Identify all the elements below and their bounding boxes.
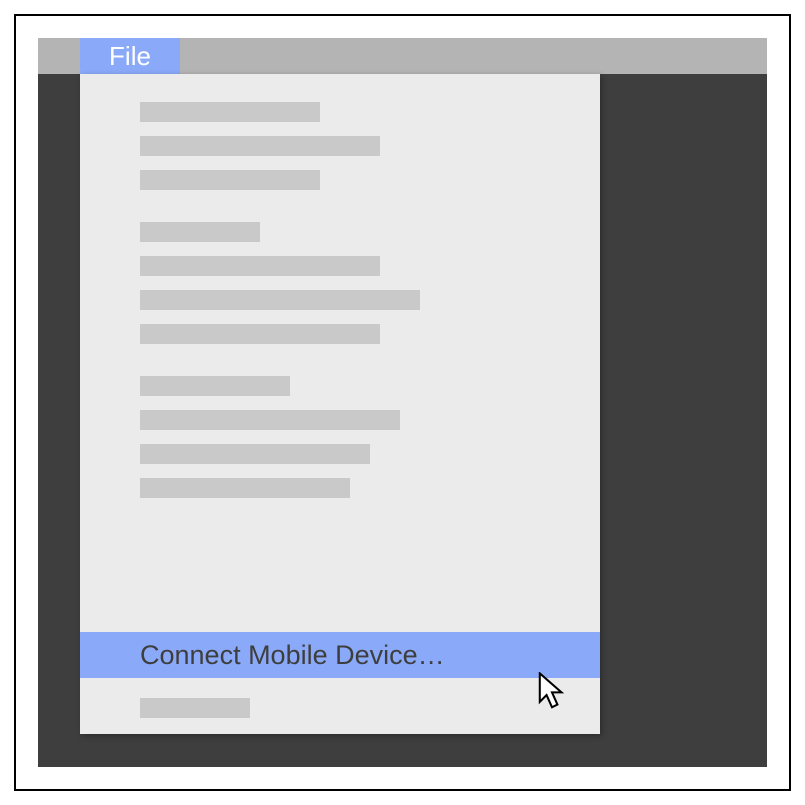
menu-item-placeholder[interactable] [140, 478, 350, 498]
menu-item-placeholder[interactable] [140, 324, 380, 344]
file-dropdown-menu: Connect Mobile Device… [80, 74, 600, 734]
menubar: File [38, 38, 767, 74]
menu-item-placeholder[interactable] [140, 698, 250, 718]
menu-item-label: Connect Mobile Device… [140, 640, 445, 671]
menu-item-placeholder[interactable] [140, 102, 320, 122]
menu-group [140, 102, 600, 190]
menu-item-placeholder[interactable] [140, 376, 290, 396]
dropdown-content [80, 74, 600, 498]
menu-item-placeholder[interactable] [140, 444, 370, 464]
menu-group [140, 376, 600, 498]
window-frame: File Connect Mobile Device… [14, 14, 791, 791]
menu-item-connect-mobile-device[interactable]: Connect Mobile Device… [80, 632, 600, 678]
menu-group [140, 222, 600, 344]
menu-item-placeholder[interactable] [140, 290, 420, 310]
menu-item-placeholder[interactable] [140, 410, 400, 430]
menubar-item-file[interactable]: File [80, 38, 180, 74]
menu-item-placeholder[interactable] [140, 222, 260, 242]
menu-item-placeholder[interactable] [140, 256, 380, 276]
menu-item-placeholder[interactable] [140, 170, 320, 190]
menu-item-placeholder[interactable] [140, 136, 380, 156]
